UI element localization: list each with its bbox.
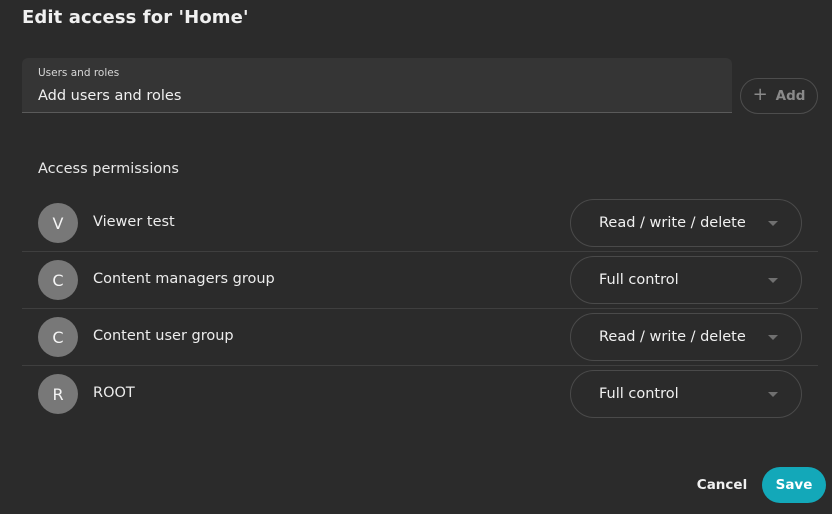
access-level-select[interactable]: Full control bbox=[570, 256, 802, 304]
permission-row: C Content user group Read / write / dele… bbox=[22, 309, 818, 366]
permission-name: Viewer test bbox=[93, 214, 175, 230]
dialog-title: Edit access for 'Home' bbox=[22, 7, 249, 28]
access-level-select[interactable]: Read / write / delete bbox=[570, 313, 802, 361]
save-button[interactable]: Save bbox=[762, 467, 826, 503]
access-level-select[interactable]: Read / write / delete bbox=[570, 199, 802, 247]
edit-access-dialog: Edit access for 'Home' Users and roles +… bbox=[0, 0, 832, 514]
permission-name: ROOT bbox=[93, 385, 135, 401]
add-button-label: Add bbox=[775, 88, 806, 104]
avatar: C bbox=[38, 317, 78, 357]
chevron-down-icon bbox=[768, 335, 778, 340]
users-and-roles-input[interactable] bbox=[38, 86, 708, 106]
permission-name: Content managers group bbox=[93, 271, 275, 287]
access-level-value: Read / write / delete bbox=[599, 329, 746, 345]
access-level-select[interactable]: Full control bbox=[570, 370, 802, 418]
plus-icon: + bbox=[752, 84, 768, 105]
permission-list: V Viewer test Read / write / delete C Co… bbox=[22, 195, 818, 423]
permission-row: C Content managers group Full control bbox=[22, 252, 818, 309]
chevron-down-icon bbox=[768, 278, 778, 283]
users-and-roles-label: Users and roles bbox=[38, 67, 120, 79]
avatar: R bbox=[38, 374, 78, 414]
avatar: C bbox=[38, 260, 78, 300]
access-level-value: Full control bbox=[599, 272, 679, 288]
avatar: V bbox=[38, 203, 78, 243]
chevron-down-icon bbox=[768, 392, 778, 397]
permission-name: Content user group bbox=[93, 328, 234, 344]
access-level-value: Full control bbox=[599, 386, 679, 402]
add-button[interactable]: + Add bbox=[740, 78, 818, 114]
permission-row: R ROOT Full control bbox=[22, 366, 818, 423]
chevron-down-icon bbox=[768, 221, 778, 226]
cancel-button[interactable]: Cancel bbox=[692, 469, 752, 501]
access-level-value: Read / write / delete bbox=[599, 215, 746, 231]
users-and-roles-field[interactable]: Users and roles bbox=[22, 58, 732, 113]
permission-row: V Viewer test Read / write / delete bbox=[22, 195, 818, 252]
access-permissions-heading: Access permissions bbox=[38, 161, 179, 177]
